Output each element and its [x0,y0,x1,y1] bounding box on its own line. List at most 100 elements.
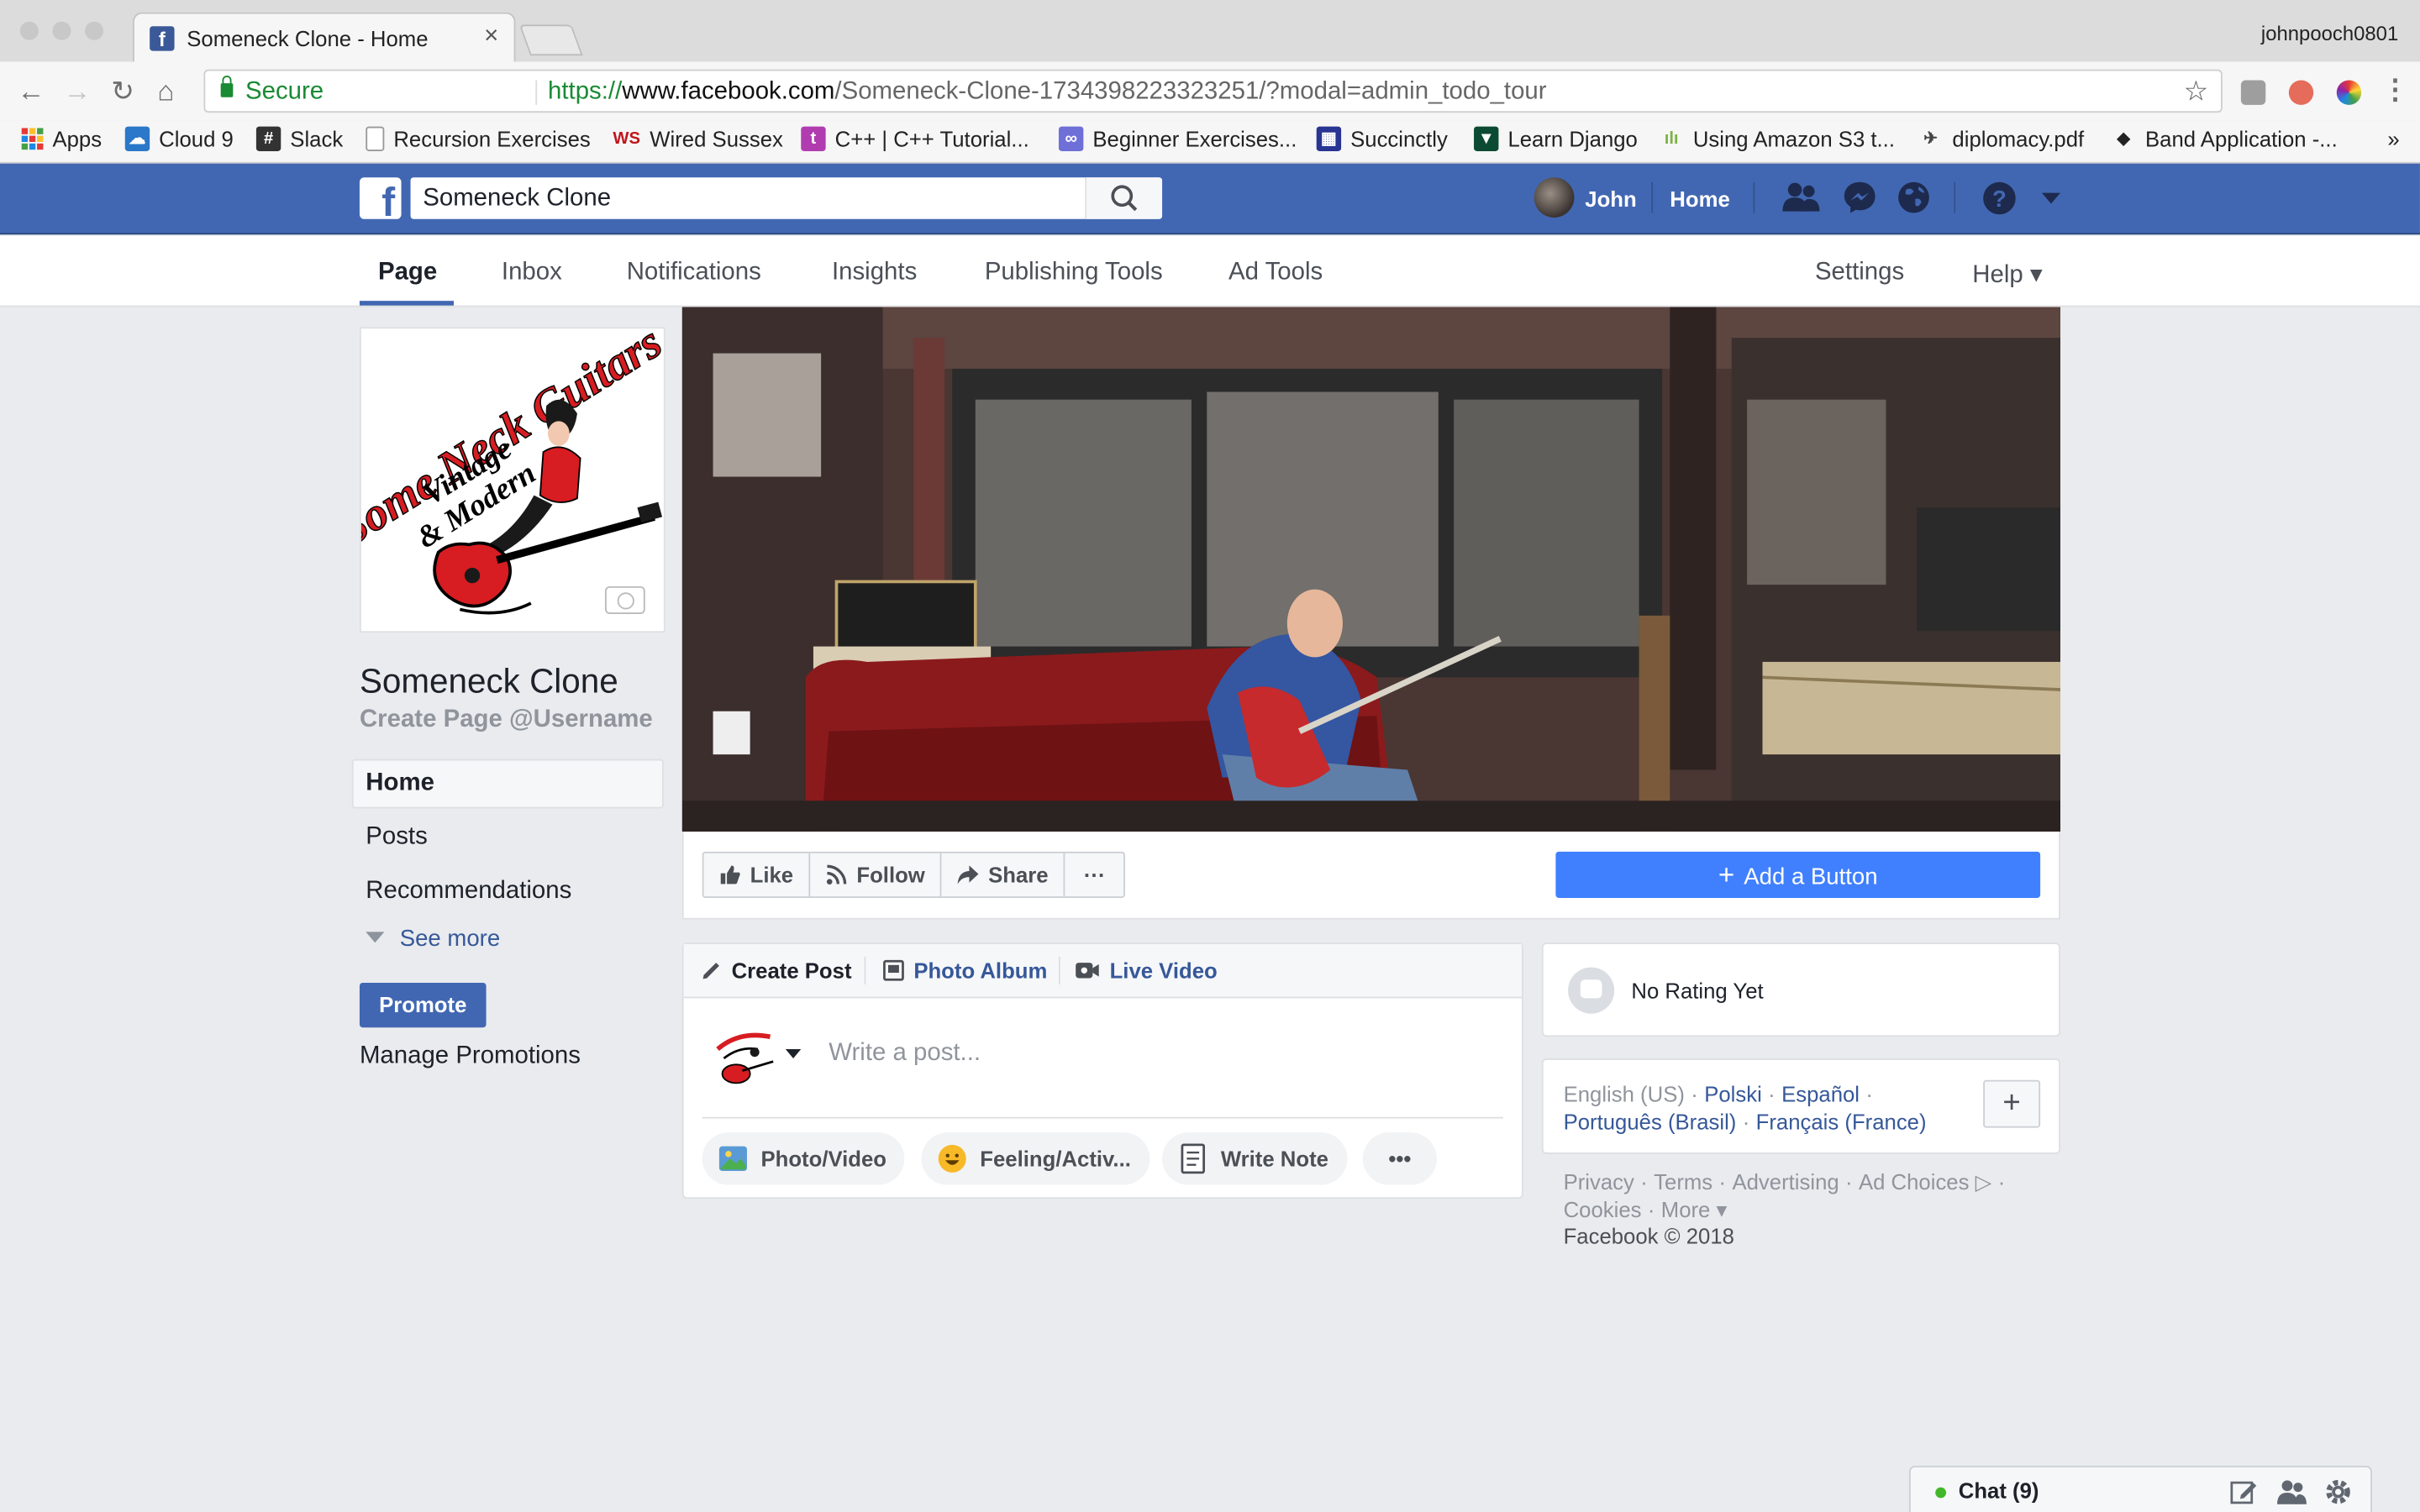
tab-photo-album[interactable]: Photo Album [883,958,1047,983]
language-link-espanol[interactable]: Español [1781,1082,1860,1106]
window-minimize-button[interactable] [52,21,71,40]
promote-button[interactable]: Promote [359,982,487,1028]
footer-terms-link[interactable]: Terms [1654,1169,1712,1194]
secure-label: Secure [245,78,324,105]
tab-publishing-tools[interactable]: Publishing Tools [985,260,1163,287]
new-message-icon[interactable] [2230,1478,2258,1506]
messenger-icon[interactable] [1843,181,1876,214]
bookmark-band-application[interactable]: ◆ Band Application -... [2112,127,2338,151]
group-chat-icon[interactable] [2276,1478,2307,1506]
ws-icon: WS [613,129,640,149]
write-post-input[interactable]: Write a post... [829,1040,981,1068]
sidebar-item-recommendations[interactable]: Recommendations [366,878,571,906]
extension-record-icon[interactable] [2288,80,2314,105]
search-input[interactable] [410,177,1084,219]
tab-create-post[interactable]: Create Post [701,958,852,983]
tab-settings[interactable]: Settings [1815,260,1904,287]
create-username-link[interactable]: Create Page @Username [360,706,653,734]
account-menu-chevron-down-icon[interactable] [2040,192,2062,206]
home-icon[interactable]: ⌂ [157,77,174,105]
manage-promotions-link[interactable]: Manage Promotions [360,1043,581,1071]
chat-sidebar-tab[interactable]: Chat (9) [1908,1465,2373,1512]
language-link-polski[interactable]: Polski [1704,1082,1762,1106]
new-tab-button[interactable] [518,24,583,56]
browser-profile-name[interactable]: johnpooch0801 [2261,22,2398,45]
bookmark-wired-sussex[interactable]: WS Wired Sussex [613,127,782,151]
bookmark-cpp[interactable]: t C++ | C++ Tutorial... [801,126,1029,151]
user-name-link[interactable]: John [1585,186,1636,211]
rating-status: No Rating Yet [1631,978,1764,1003]
bookmark-label: Slack [290,126,344,151]
footer-cookies-link[interactable]: Cookies [1564,1197,1642,1221]
facebook-logo-icon[interactable]: f [359,177,402,219]
composer-more-button[interactable]: ••• [1362,1132,1437,1185]
composer-tabs: Create Post Photo Album Live Video [683,944,1522,999]
window-zoom-button[interactable] [85,21,104,40]
notifications-globe-icon[interactable] [1897,181,1930,214]
friend-requests-icon[interactable] [1781,181,1822,214]
search-box [410,177,1163,219]
tab-close-icon[interactable]: × [484,24,498,51]
bookmark-recursion[interactable]: Recursion Exercises [366,126,591,151]
bookmark-apps[interactable]: Apps [21,127,102,151]
like-button[interactable]: Like [704,853,811,897]
chat-settings-gear-icon[interactable] [2324,1478,2352,1506]
rss-follow-icon [826,864,847,885]
bookmark-diplomacy[interactable]: ✈ diplomacy.pdf [1918,127,2084,151]
add-language-button[interactable]: + [1983,1079,2041,1128]
bookmark-cloud9[interactable]: ☁ Cloud 9 [124,126,234,151]
tab-page[interactable]: Page [378,260,437,287]
url-text[interactable]: https://www.facebook.com/Someneck-Clone-… [548,79,1547,107]
bookmark-amazon-s3[interactable]: ılı Using Amazon S3 t... [1659,127,1895,151]
write-note-button[interactable]: Write Note [1162,1132,1347,1185]
photo-video-button[interactable]: Photo/Video [702,1132,906,1185]
user-avatar[interactable] [1534,177,1575,218]
bookmark-beginner[interactable]: ∞ Beginner Exercises... [1058,126,1297,151]
extension-color-icon[interactable] [2336,80,2362,105]
search-button[interactable] [1085,177,1163,219]
page-selector-caret-icon[interactable] [785,1048,802,1058]
bookmark-slack[interactable]: # Slack [255,126,344,151]
cover-photo[interactable] [681,307,2060,832]
tab-ad-tools[interactable]: Ad Tools [1228,260,1323,287]
footer-more-link[interactable]: More ▾ [1661,1197,1728,1221]
language-link-portugues[interactable]: Português (Brasil) [1564,1110,1737,1134]
address-bar[interactable]: Secure https://www.facebook.com/Someneck… [203,69,2223,113]
window-close-button[interactable] [19,21,39,40]
tab-insights[interactable]: Insights [832,260,917,287]
share-button[interactable]: Share [942,853,1065,897]
language-link-francais[interactable]: Français (France) [1756,1110,1927,1134]
browser-menu-icon[interactable]: ⋮ [2381,76,2409,103]
footer-ad-choices-link[interactable]: Ad Choices ▷ [1859,1169,1991,1194]
bookmark-succinctly[interactable]: ▦ Succinctly [1316,126,1448,151]
add-a-button-button[interactable]: + Add a Button [1555,851,2041,898]
see-more-link[interactable]: See more [366,926,500,952]
page-title[interactable]: Someneck Clone [360,662,618,702]
browser-tab-active[interactable]: f Someneck Clone - Home × [132,12,516,62]
caret-down-icon [366,932,385,943]
bookmarks-overflow-icon[interactable]: » [2387,127,2399,151]
home-link[interactable]: Home [1670,186,1729,211]
bookmark-star-icon[interactable]: ☆ [2184,76,2209,108]
tab-help[interactable]: Help ▾ [1972,260,2042,291]
footer-privacy-link[interactable]: Privacy [1564,1169,1634,1194]
photo-video-icon [718,1146,747,1172]
sidebar-item-home[interactable]: Home [366,770,434,798]
footer-advertising-link[interactable]: Advertising [1732,1169,1839,1194]
tab-inbox[interactable]: Inbox [502,260,562,287]
tab-notifications[interactable]: Notifications [627,260,761,287]
composer-page-avatar[interactable] [708,1021,780,1093]
tab-live-video[interactable]: Live Video [1074,958,1218,983]
sidebar-item-posts[interactable]: Posts [366,824,427,852]
more-actions-button[interactable]: ··· [1065,853,1124,896]
back-arrow-icon[interactable]: ← [17,77,45,105]
help-icon[interactable]: ? [1981,181,2017,216]
reload-icon[interactable]: ↻ [111,77,134,105]
feeling-activity-button[interactable]: Feeling/Activ... [921,1132,1150,1185]
forward-arrow-icon[interactable]: → [63,77,91,105]
camera-icon[interactable] [604,585,645,615]
bookmark-django[interactable]: ▼ Learn Django [1474,126,1638,151]
active-tab-indicator [359,301,454,306]
follow-button[interactable]: Follow [810,853,943,897]
extension-evernote-icon[interactable] [2240,80,2266,105]
